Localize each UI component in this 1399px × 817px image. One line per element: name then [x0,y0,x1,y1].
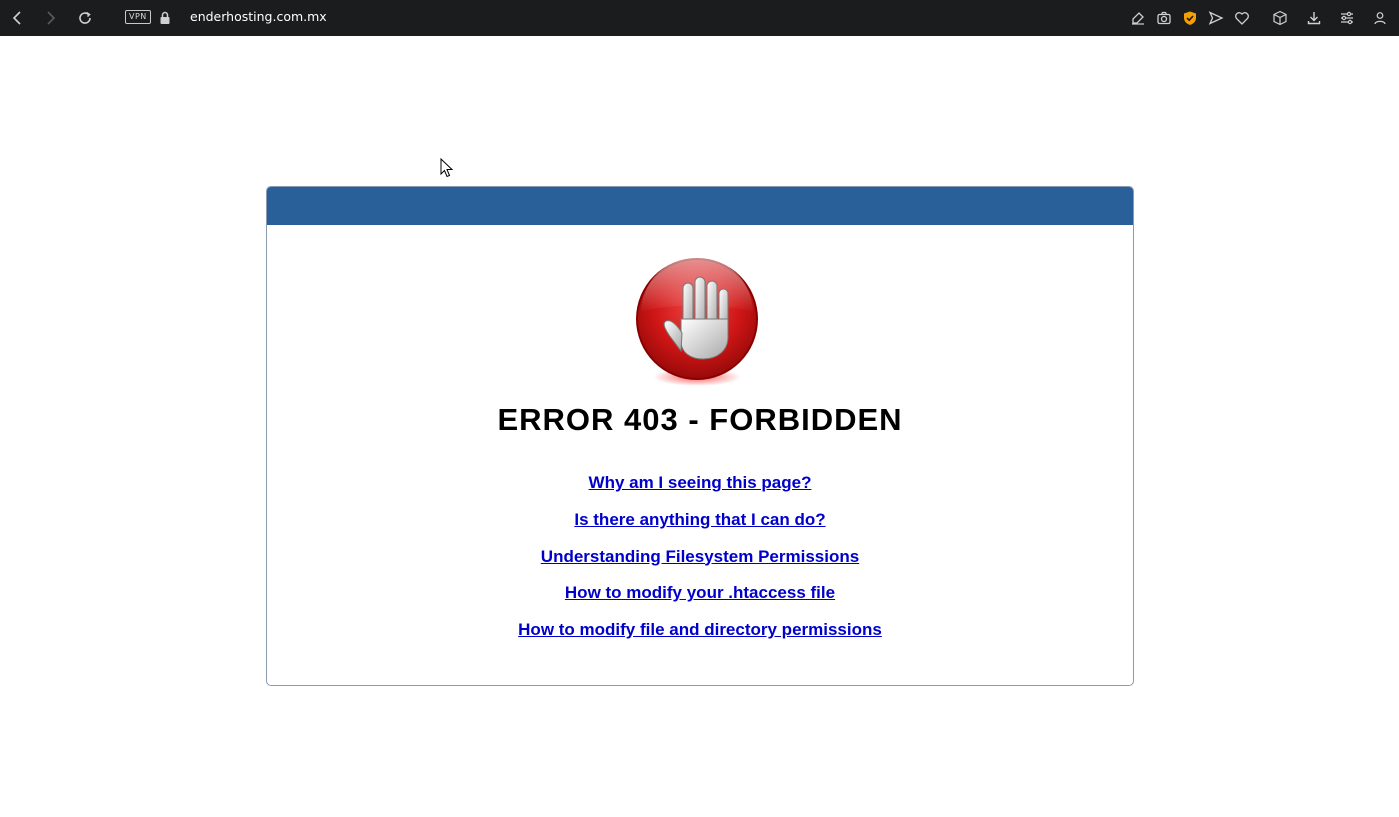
shield-icon[interactable] [1180,8,1200,28]
link-modify-file-directory-permissions[interactable]: How to modify file and directory permiss… [267,617,1133,654]
error-panel-header [267,187,1133,225]
camera-icon[interactable] [1154,8,1174,28]
link-filesystem-permissions[interactable]: Understanding Filesystem Permissions [267,544,1133,581]
mouse-cursor-icon [440,158,454,178]
lock-icon[interactable] [155,8,175,28]
error-panel: ERROR 403 - FORBIDDEN Why am I seeing th… [266,186,1134,686]
cube-icon[interactable] [1270,8,1290,28]
heart-icon[interactable] [1232,8,1252,28]
vpn-badge[interactable]: VPN [125,10,151,24]
reload-icon[interactable] [75,8,95,28]
address-bar-url[interactable]: enderhosting.com.mx [190,9,327,24]
back-icon[interactable] [8,8,28,28]
link-anything-i-can-do[interactable]: Is there anything that I can do? [267,507,1133,544]
error-title: ERROR 403 - FORBIDDEN [497,402,903,437]
stop-hand-icon [636,257,758,386]
snap-edit-icon[interactable] [1128,8,1148,28]
download-icon[interactable] [1304,8,1324,28]
send-icon[interactable] [1206,8,1226,28]
browser-toolbar: VPN enderhosting.com.mx [0,0,1399,36]
help-links: Why am I seeing this page? Is there anyt… [267,470,1133,654]
link-modify-htaccess[interactable]: How to modify your .htaccess file [267,580,1133,617]
link-why-seeing-page[interactable]: Why am I seeing this page? [267,470,1133,507]
profile-icon[interactable] [1370,8,1390,28]
settings-sliders-icon[interactable] [1337,8,1357,28]
forward-icon[interactable] [40,8,60,28]
